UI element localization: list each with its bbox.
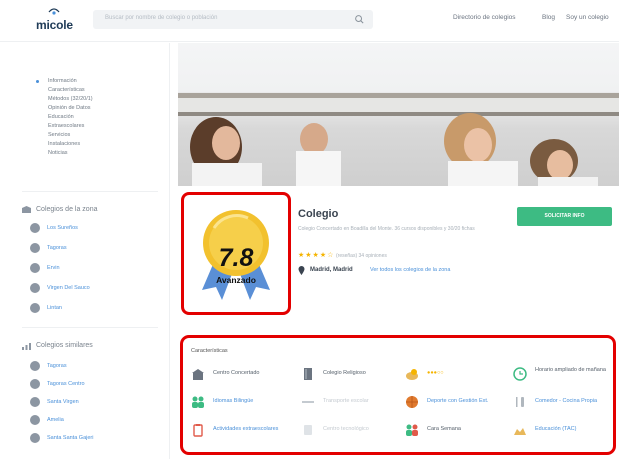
chart-icon — [22, 343, 31, 350]
sidebar-item-servicios[interactable]: Servicios — [48, 132, 70, 138]
nav-directorio-link[interactable]: Directorio de colegios — [453, 14, 516, 21]
search-bar[interactable]: Buscar por nombre de colegio o población — [93, 10, 373, 29]
logo-mark-icon — [48, 8, 60, 15]
hero-illustration — [178, 93, 619, 186]
section-title-similar: Colegios similares — [36, 342, 93, 349]
map-pin-icon — [298, 266, 305, 275]
top-bar: micole Buscar por nombre de colegio o po… — [0, 0, 619, 42]
score-value: 7.8 — [218, 244, 254, 272]
school-description: Colegio Concertado en Boadilla del Monte… — [298, 226, 475, 232]
people-icon — [192, 396, 204, 408]
ball-icon — [406, 396, 418, 408]
rating-stars: ★★★★☆ — [298, 252, 335, 259]
bus-icon — [302, 401, 314, 403]
book-icon — [304, 368, 312, 380]
logo-text: micole — [36, 18, 73, 32]
school-avatar-icon — [30, 433, 40, 443]
clock-icon — [513, 367, 527, 381]
nav-blog-link[interactable]: Blog — [542, 14, 555, 21]
search-icon[interactable] — [354, 14, 365, 25]
sidebar: Información Características Métodos (32/… — [0, 43, 170, 459]
reviews-link[interactable]: (reseñas) 34 opiniones — [336, 253, 387, 259]
score-card: 7.8 Avanzado — [181, 192, 291, 315]
sidebar-item-noticias[interactable]: Noticias — [48, 150, 68, 156]
sidebar-item-opinion[interactable]: Opinión de Datos — [48, 105, 91, 111]
school-name: Colegio — [298, 208, 339, 220]
school-avatar-icon — [30, 379, 40, 389]
search-input[interactable]: Buscar por nombre de colegio o población — [105, 15, 217, 21]
price-icon — [406, 369, 418, 380]
building-icon — [192, 369, 204, 380]
school-avatar-icon — [30, 243, 40, 253]
logo[interactable]: micole — [36, 6, 73, 36]
school-avatar-icon — [30, 397, 40, 407]
school-avatar-icon — [30, 415, 40, 425]
sidebar-item-educacion[interactable]: Educación — [48, 114, 74, 120]
sidebar-item-informacion[interactable]: Información — [48, 78, 77, 84]
sidebar-divider — [22, 327, 158, 328]
tech-icon — [304, 425, 312, 435]
clipboard-icon — [193, 424, 203, 437]
sidebar-item-extraescolares[interactable]: Extraescolares — [48, 123, 84, 129]
hero-photo — [178, 43, 619, 186]
score-level: Avanzado — [216, 275, 256, 285]
school-location: Madrid, Madrid — [310, 267, 353, 273]
school-icon — [22, 206, 31, 213]
hands-icon — [514, 428, 526, 435]
sidebar-divider — [22, 191, 158, 192]
nearby-schools-link[interactable]: Ver todos los colegios de la zona — [370, 267, 450, 273]
school-avatar-icon — [30, 361, 40, 371]
section-title-nearby: Colegios de la zona — [36, 206, 98, 213]
nav-soy-colegio-link[interactable]: Soy un colegio — [566, 14, 609, 21]
features-card: Características Centro Concertado Colegi… — [180, 335, 616, 455]
school-avatar-icon — [30, 223, 40, 233]
sidebar-item-instalaciones[interactable]: Instalaciones — [48, 141, 80, 147]
sidebar-item-caracteristicas[interactable]: Características — [48, 87, 85, 93]
sidebar-item-metodos[interactable]: Métodos (32/20/1) — [48, 96, 93, 102]
school-avatar-icon — [30, 283, 40, 293]
request-info-button[interactable]: SOLICITAR INFO — [517, 207, 612, 226]
school-avatar-icon — [30, 263, 40, 273]
group-icon — [406, 424, 418, 436]
active-dot-icon — [36, 80, 39, 83]
features-title: Características — [191, 348, 228, 354]
school-avatar-icon — [30, 303, 40, 313]
cutlery-icon — [516, 397, 524, 407]
